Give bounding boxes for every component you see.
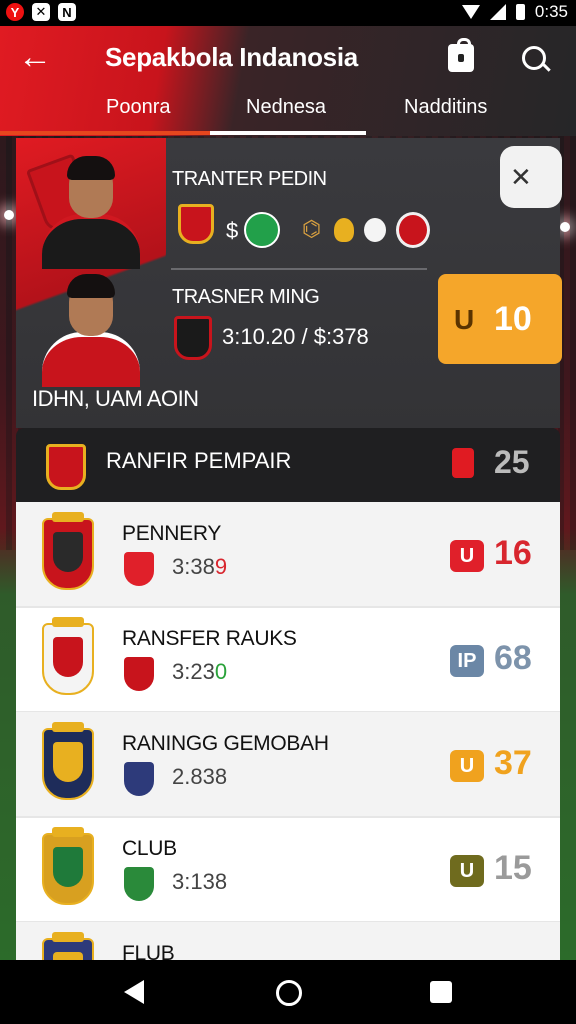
club-stat-value: 3:23 bbox=[172, 659, 215, 684]
mini-crest-icon bbox=[124, 657, 154, 691]
list-item[interactable]: RANSFER RAUKS 3:230 IP 68 bbox=[16, 607, 560, 713]
club-crest-icon bbox=[42, 722, 94, 800]
notification-app-icon: ✕ bbox=[32, 3, 50, 21]
club-stat-suffix: 9 bbox=[214, 554, 228, 579]
ranking-list: PENNERY 3:389 U 16 RANSFER RAUKS 3:230 IP 68 RAN… bbox=[16, 502, 560, 962]
rank-badge-icon: U bbox=[450, 750, 484, 782]
shop-bag-icon[interactable] bbox=[448, 38, 474, 72]
mini-crest-icon bbox=[124, 552, 154, 586]
system-icons: 0:35 bbox=[461, 2, 568, 22]
active-tab-indicator bbox=[210, 131, 366, 135]
score-value: 10 bbox=[494, 300, 532, 338]
club-name: FLUB bbox=[122, 942, 175, 962]
rank-badge-icon: U bbox=[450, 855, 484, 887]
club-stat-value: 3:13 bbox=[172, 869, 215, 894]
back-arrow-icon[interactable]: ← bbox=[18, 40, 52, 74]
club-stat-suffix: 8 bbox=[214, 869, 228, 894]
club-stat-suffix: 0 bbox=[214, 659, 228, 684]
close-icon: ✕ bbox=[510, 162, 532, 192]
app-bar: ← Sepakbola Indanosia Poonra Nednesa Nad… bbox=[0, 26, 576, 136]
notification-app-icon: Y bbox=[6, 3, 24, 21]
club-icon bbox=[334, 218, 354, 242]
club-name: RANINGG GEMOBAH bbox=[122, 732, 329, 755]
club-name: RANSFER RAUKS bbox=[122, 627, 297, 650]
club-crest-icon bbox=[42, 617, 94, 695]
club-crest-icon bbox=[178, 204, 214, 244]
rank-value: 15 bbox=[494, 849, 532, 887]
signal-icon bbox=[489, 4, 506, 20]
stadium-light bbox=[560, 222, 570, 232]
transfer-title-2: TRASNER MING bbox=[172, 286, 320, 308]
ranking-header-value: 25 bbox=[494, 444, 530, 480]
transfer-stat-2: 3:10.20 / $:378 bbox=[222, 324, 369, 349]
club-crest-icon bbox=[42, 932, 94, 962]
club-crest-icon bbox=[42, 512, 94, 590]
tab-poonra[interactable]: Poonra bbox=[106, 96, 171, 119]
list-item[interactable]: CLUB 3:138 U 15 bbox=[16, 817, 560, 923]
notification-app-icon: N bbox=[58, 3, 76, 21]
highlight-score-badge[interactable]: U 10 bbox=[438, 274, 562, 364]
rank-value: 37 bbox=[494, 744, 532, 782]
divider bbox=[171, 268, 427, 270]
mini-crest-icon bbox=[124, 867, 154, 901]
club-icon bbox=[396, 212, 430, 248]
mini-crest-icon bbox=[124, 762, 154, 796]
club-name: PENNERY bbox=[122, 522, 222, 545]
battery-icon bbox=[515, 4, 525, 20]
list-item[interactable]: FLUB bbox=[16, 922, 560, 962]
club-stat-suffix: 8 bbox=[214, 764, 228, 789]
ranking-header-label: RANFIR PEMPAIR bbox=[106, 448, 292, 473]
tab-nadditins[interactable]: Nadditins bbox=[404, 96, 487, 119]
nav-back-icon[interactable] bbox=[124, 980, 144, 1004]
player-photo bbox=[36, 150, 146, 269]
club-crest-icon bbox=[174, 316, 212, 360]
card-footer-text: IDHN, UAM AOIN bbox=[32, 386, 199, 411]
notification-icons: Y ✕ N bbox=[6, 3, 76, 21]
close-button[interactable]: ✕ bbox=[500, 146, 562, 208]
transfer-card[interactable]: TRANTER PEDIN $ 36 ⌬ TRASNER MING 3:10.2… bbox=[16, 138, 562, 428]
nav-home-icon[interactable] bbox=[276, 980, 302, 1006]
rank-value: 16 bbox=[494, 534, 532, 572]
club-icon bbox=[364, 218, 386, 242]
ranking-header[interactable]: RANFIR PEMPAIR 25 bbox=[16, 428, 560, 502]
rank-value: 68 bbox=[494, 639, 532, 677]
transfer-title-1: TRANTER PEDIN bbox=[172, 168, 327, 190]
wifi-icon bbox=[461, 5, 480, 19]
list-item[interactable]: RANINGG GEMOBAH 2.838 U 37 bbox=[16, 712, 560, 818]
clock: 0:35 bbox=[534, 2, 568, 21]
club-stat: 2.838 bbox=[172, 764, 227, 790]
green-club-icon bbox=[244, 212, 280, 248]
list-item[interactable]: PENNERY 3:389 U 16 bbox=[16, 502, 560, 608]
page-title: Sepakbola Indanosia bbox=[105, 42, 358, 72]
tab-accent-bar bbox=[0, 131, 210, 135]
status-bar: Y ✕ N 0:35 bbox=[0, 0, 576, 26]
trophy-icon: ⌬ bbox=[302, 216, 322, 241]
search-icon[interactable] bbox=[522, 46, 546, 70]
club-name: CLUB bbox=[122, 837, 177, 860]
club-stat: 3:389 bbox=[172, 554, 227, 580]
ranking-pin-icon bbox=[452, 448, 474, 478]
club-stat-value: 3:38 bbox=[172, 554, 215, 579]
score-icon: U bbox=[454, 304, 475, 335]
nav-recents-icon[interactable] bbox=[430, 981, 452, 1003]
club-stat: 3:138 bbox=[172, 869, 227, 895]
stadium-light bbox=[4, 210, 14, 220]
navigation-bar bbox=[0, 960, 576, 1024]
club-crest-icon bbox=[46, 444, 86, 490]
club-stat-value: 2.83 bbox=[172, 764, 215, 789]
club-crest-icon bbox=[42, 827, 94, 905]
player-photo bbox=[36, 268, 146, 387]
rank-badge-icon: IP bbox=[450, 645, 484, 677]
rank-badge-icon: U bbox=[450, 540, 484, 572]
tab-nednesa[interactable]: Nednesa bbox=[246, 96, 326, 119]
club-stat: 3:230 bbox=[172, 659, 227, 685]
